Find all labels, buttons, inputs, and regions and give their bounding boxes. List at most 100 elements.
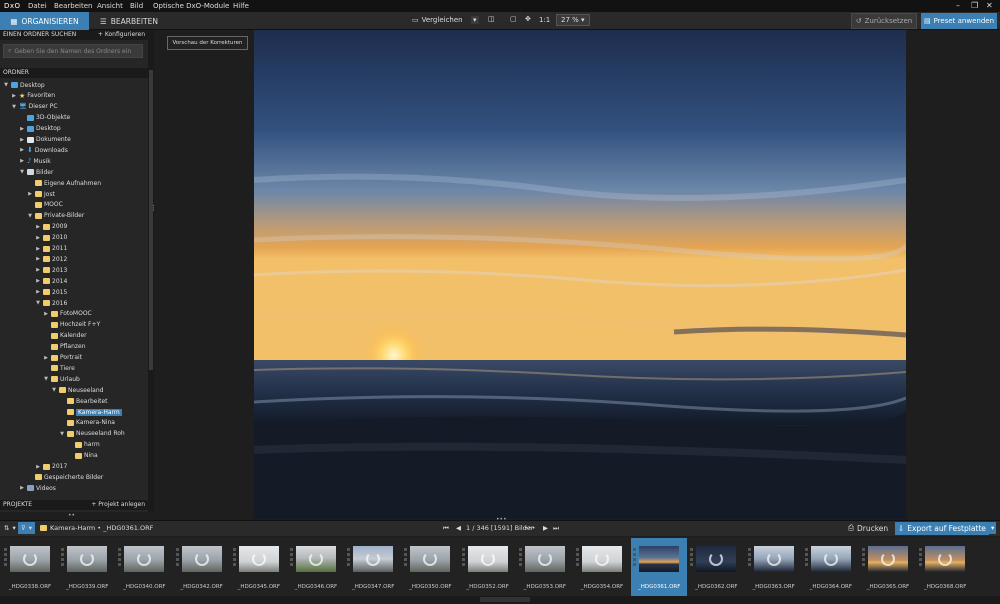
collapsed-arrow-icon[interactable]: ▶ [35,224,41,230]
collapsed-arrow-icon[interactable]: ▶ [27,191,33,197]
folder-tree-item[interactable]: ▼ Neuseeland Roh [59,429,125,439]
reset-button[interactable]: ↺ Zurücksetzen [851,13,917,29]
filmstrip-scrollbar-thumb[interactable] [480,597,530,602]
filmstrip-resize-handle[interactable]: ••• [496,516,507,523]
folder-tree-item[interactable]: ▶ ⬇ Downloads [19,145,68,155]
expanded-arrow-icon[interactable]: ▼ [19,169,25,175]
preview-corrections-toggle[interactable]: Vorschau der Korrekturen [167,36,248,50]
folder-tree-item[interactable]: ▶ ♪ Musik [19,156,51,166]
filmstrip-thumbnail[interactable]: _HDG0362.ORF [688,538,744,596]
filmstrip-thumbnail[interactable]: _HDG0352.ORF [460,538,516,596]
configure-button[interactable]: + Konfigurieren [98,30,145,40]
rating-indicator[interactable] [461,548,465,570]
folder-tree-item[interactable]: Kamera-Nina [59,418,115,428]
export-button[interactable]: ⇩ Export auf Festplatte [895,522,989,535]
tab-organize[interactable]: ▦ ORGANISIEREN [0,12,89,30]
panel-collapse-handle[interactable]: •• [68,512,78,519]
apply-preset-button[interactable]: ▤ Preset anwenden [921,13,997,29]
folder-tree-item[interactable]: ▶ ★ Favoriten [11,91,55,101]
folder-tree-item[interactable]: Bearbeitet [59,396,108,406]
folder-tree-item[interactable]: ▶ 2017 [35,462,67,472]
collapsed-arrow-icon[interactable]: ▶ [35,267,41,273]
folder-search-input[interactable]: ⌕ Geben Sie den Namen des Ordners ein [3,44,143,58]
filmstrip-thumbnail[interactable]: _HDG0342.ORF [174,538,230,596]
collapsed-arrow-icon[interactable]: ▶ [11,93,17,99]
first-image-button[interactable]: ⏮ [443,524,449,533]
folder-tree-item[interactable]: ▶ 2010 [35,233,67,243]
expanded-arrow-icon[interactable]: ▼ [51,387,57,393]
folder-tree-item[interactable]: Nina [67,451,98,461]
folder-tree-item[interactable]: Eigene Aufnahmen [27,178,101,188]
filmstrip-thumbnail[interactable]: _HDG0345.ORF [231,538,287,596]
folder-tree-item[interactable]: Tiere [43,363,75,373]
collapsed-arrow-icon[interactable]: ▶ [35,278,41,284]
sort-button[interactable]: ⇅ ▾ [4,524,16,532]
folder-tree-item[interactable]: ▶ FotoMOOC [43,309,92,319]
filmstrip-thumbnail[interactable]: _HDG0354.ORF [574,538,630,596]
rating-indicator[interactable] [862,548,865,570]
folder-scrollbar-thumb[interactable] [149,70,153,370]
folder-tree-item[interactable]: Gespeicherte Bilder [27,472,103,482]
rating-indicator[interactable] [61,548,65,570]
folder-tree-item[interactable]: ▶ Videos [19,483,56,493]
menu-ansicht[interactable]: Ansicht [97,2,123,10]
prev-image-button[interactable]: ◀ [456,524,461,532]
rating-indicator[interactable] [347,548,351,570]
filmstrip-thumbnail[interactable]: _HDG0338.ORF [2,538,58,596]
folder-tree-item[interactable]: ▶ 2015 [35,287,67,297]
export-dropdown[interactable]: ▾ [989,522,997,534]
close-icon[interactable]: ✕ [986,1,993,10]
menu-bild[interactable]: Bild [130,2,143,10]
folder-tree-item[interactable]: ▶ Dokumente [19,135,71,145]
filmstrip-thumbnail[interactable]: _HDG0350.ORF [402,538,458,596]
fit-screen-button[interactable]: ▢ [510,15,517,23]
collapsed-arrow-icon[interactable]: ▶ [19,485,25,491]
filmstrip-thumbnail[interactable]: _HDG0364.ORF [803,538,859,596]
folder-tree-item[interactable]: Kalender [43,331,87,341]
rating-indicator[interactable] [175,548,179,570]
collapsed-arrow-icon[interactable]: ▶ [19,137,25,143]
filmstrip-thumbnail[interactable]: _HDG0339.ORF [59,538,115,596]
last-image-button[interactable]: ⏭ [553,524,559,533]
folder-tree-item[interactable]: ▼ Private-Bilder [27,211,84,221]
rating-indicator[interactable] [518,548,522,570]
filmstrip-thumbnail[interactable]: _HDG0365.ORF [860,538,916,596]
tab-edit[interactable]: ☰ BEARBEITEN [100,12,170,30]
folder-tree-item[interactable]: ▶ Jost [27,189,55,199]
panel-splitter[interactable]: ⋮ [150,204,157,212]
folder-tree-item[interactable]: Hochzeit F+Y [43,320,100,330]
filter-button[interactable]: ⊽ ▾ [18,522,36,534]
rating-indicator[interactable] [747,548,751,570]
compare-button[interactable]: ▭ Vergleichen [412,16,463,24]
filmstrip-scrollbar[interactable] [0,596,1000,604]
folder-tree-item[interactable]: Kamera-Harm [59,407,122,417]
rating-indicator[interactable] [576,548,579,570]
folder-tree-item[interactable]: Pflanzen [43,342,86,352]
folder-tree-item[interactable]: ▶ 2012 [35,254,67,264]
menu-bearbeiten[interactable]: Bearbeiten [54,2,92,10]
collapsed-arrow-icon[interactable]: ▶ [43,355,49,361]
collapsed-arrow-icon[interactable]: ▶ [19,147,25,153]
filmstrip-thumbnail[interactable]: _HDG0346.ORF [288,538,344,596]
folder-tree-item[interactable]: ▶ 2011 [35,244,67,254]
folder-tree-item[interactable]: ▼ 🖥 Dieser PC [11,102,58,112]
folder-tree-item[interactable]: ▶ 2013 [35,265,67,275]
rating-indicator[interactable] [118,548,122,570]
folder-tree-item[interactable]: harm [67,440,100,450]
minimize-icon[interactable]: – [956,1,960,10]
print-button[interactable]: ⎙ Drucken [848,523,888,533]
expanded-arrow-icon[interactable]: ▼ [3,82,9,88]
collapsed-arrow-icon[interactable]: ▶ [19,126,25,132]
folder-tree-item[interactable]: MOOC [27,200,63,210]
rating-indicator[interactable] [690,548,694,570]
rating-indicator[interactable] [919,548,923,570]
rating-indicator[interactable] [4,548,7,570]
folder-tree-item[interactable]: ▼ Bilder [19,167,53,177]
rating-indicator[interactable] [804,548,808,570]
menu-hilfe[interactable]: Hilfe [233,2,249,10]
expanded-arrow-icon[interactable]: ▼ [11,104,17,110]
restore-icon[interactable]: ❐ [971,1,978,10]
rating-indicator[interactable] [633,548,637,570]
filmstrip-thumbnail[interactable]: _HDG0353.ORF [517,538,573,596]
compare-dropdown[interactable]: ▾ [471,16,479,24]
